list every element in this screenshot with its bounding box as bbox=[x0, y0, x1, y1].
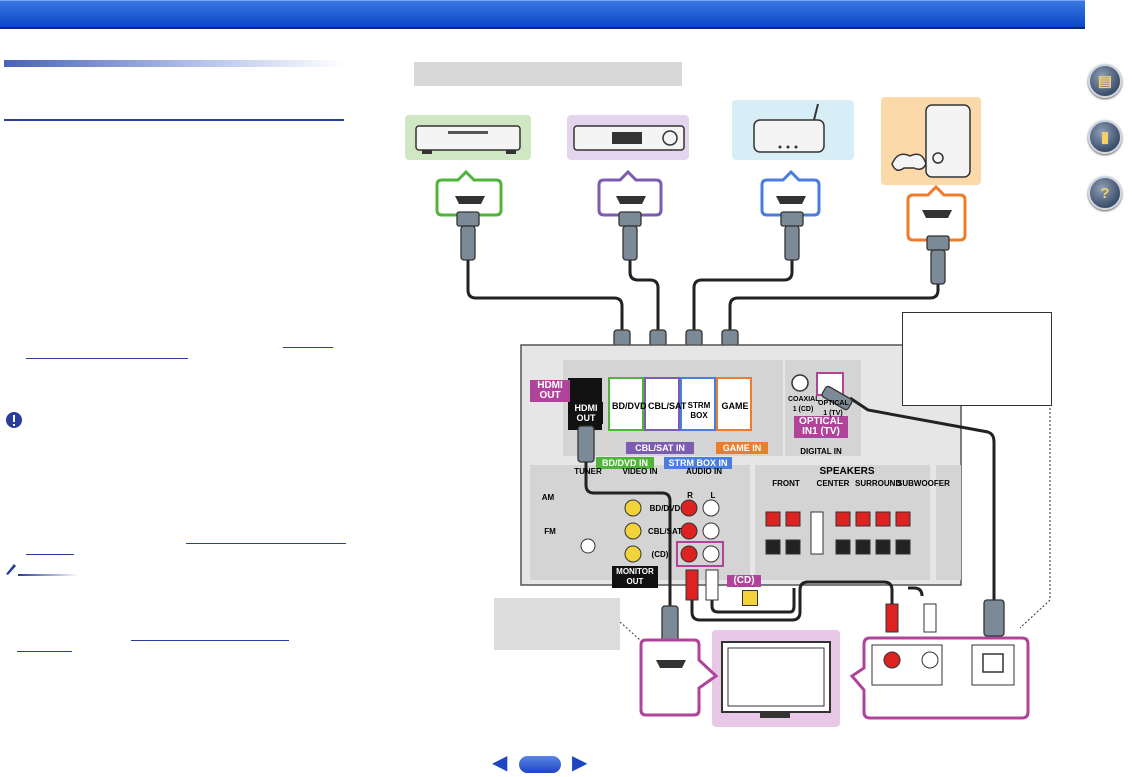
cbl-sat-rca-label: CBL/SAT bbox=[647, 527, 683, 536]
tv-note-box bbox=[494, 598, 620, 650]
cbl-sat-in-label: CBL/SAT IN bbox=[626, 442, 694, 454]
l-label: L bbox=[710, 491, 716, 500]
r-label: R bbox=[687, 491, 693, 500]
tv-icon bbox=[721, 641, 831, 718]
tuner-label: TUNER bbox=[574, 467, 602, 476]
monitor-out-label: MONITOR OUT bbox=[612, 566, 658, 588]
surround-label: SURROUND bbox=[855, 479, 902, 488]
cd-tag: (CD) bbox=[727, 575, 761, 587]
next-page-icon[interactable]: ▶ bbox=[572, 753, 587, 773]
side-note-box bbox=[902, 312, 1052, 406]
digital-in-label: DIGITAL IN bbox=[800, 447, 842, 456]
video-in-label: VIDEO IN bbox=[622, 467, 658, 476]
speakers-label: SPEAKERS bbox=[819, 466, 875, 477]
cbl-sat-port-label: CBL/SAT bbox=[648, 401, 687, 411]
hdmi-out-port-label: HDMI OUT bbox=[569, 402, 603, 424]
hdmi-out-label: HDMI OUT bbox=[530, 380, 570, 402]
cbl-sat-hdmi-balloon bbox=[597, 169, 663, 217]
tv-audio-balloon bbox=[849, 636, 1030, 720]
optical-port-label: OPTICAL 1 (TV) bbox=[818, 400, 849, 417]
strm-box-port-label: STRM BOX bbox=[687, 401, 711, 420]
previous-page-icon[interactable]: ◀ bbox=[492, 753, 507, 773]
cbl-sat-box-icon bbox=[573, 125, 685, 151]
coaxial-port-label: COAXIAL 1 (CD) bbox=[788, 396, 820, 413]
cd-rca-label: (CD) bbox=[651, 550, 669, 559]
center-label: CENTER bbox=[816, 479, 850, 488]
note-marker-icon bbox=[742, 590, 758, 606]
am-label: AM bbox=[541, 493, 555, 502]
page-number-pill bbox=[519, 756, 561, 773]
game-port-label: GAME bbox=[721, 401, 749, 411]
strm-box-hdmi-balloon bbox=[760, 169, 821, 217]
fm-label: FM bbox=[544, 527, 556, 536]
game-in-label: GAME IN bbox=[716, 442, 768, 454]
subwoofer-label: SUBWOOFER bbox=[897, 479, 950, 488]
audio-in-label: AUDIO IN bbox=[686, 467, 722, 476]
bd-dvd-player-icon bbox=[415, 125, 521, 154]
bd-dvd-rca-label: BD/DVD bbox=[649, 504, 681, 513]
front-label: FRONT bbox=[772, 479, 800, 488]
bd-dvd-port-label: BD/DVD bbox=[612, 401, 647, 411]
bd-dvd-hdmi-balloon bbox=[435, 169, 503, 217]
tv-hdmi-balloon bbox=[639, 638, 719, 717]
